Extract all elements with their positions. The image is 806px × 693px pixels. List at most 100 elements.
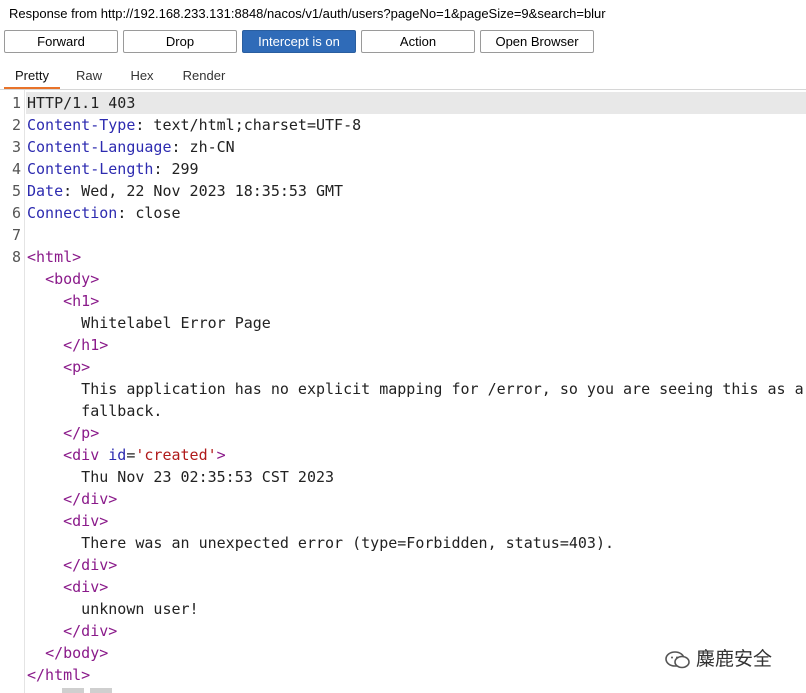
code-token: </div>	[63, 556, 118, 574]
watermark-text: 麋鹿安全	[696, 649, 773, 670]
code-line: <div id='created'>	[0, 444, 806, 466]
code-line: <p>	[0, 356, 806, 378]
code-line: </div>	[0, 554, 806, 576]
code-content: </div>	[27, 554, 117, 576]
forward-button[interactable]: Forward	[4, 30, 118, 53]
code-content: </html>	[27, 664, 90, 686]
code-content: <h1>	[27, 290, 99, 312]
code-token: fallback.	[27, 402, 163, 420]
intercept-toggle-button[interactable]: Intercept is on	[242, 30, 356, 53]
line-number: 5	[11, 182, 21, 200]
code-token: <div>	[63, 512, 109, 530]
code-token: <div	[63, 446, 109, 464]
view-tabs: Pretty Raw Hex Render	[0, 60, 806, 90]
code-content: <p>	[27, 356, 90, 378]
code-token: </h1>	[63, 336, 109, 354]
code-token: : Wed, 22 Nov 2023 18:35:53 GMT	[63, 182, 344, 200]
drop-button[interactable]: Drop	[123, 30, 237, 53]
line-number: 2	[11, 116, 21, 134]
code-line: 4 Content-Length: 299	[0, 158, 806, 180]
code-content: <div>	[27, 576, 108, 598]
code-line: 6 Connection: close	[0, 202, 806, 224]
code-token: HTTP/1.1 403	[27, 94, 136, 112]
code-token: </div>	[63, 490, 118, 508]
open-browser-button[interactable]: Open Browser	[480, 30, 594, 53]
code-content: Content-Language: zh-CN	[27, 136, 235, 158]
code-token: Thu Nov 23 02:35:53 CST 2023	[27, 468, 335, 486]
code-token: Date	[27, 182, 64, 200]
code-line: 3 Content-Language: zh-CN	[0, 136, 806, 158]
tab-pretty[interactable]: Pretty	[4, 60, 60, 89]
code-content: Connection: close	[27, 202, 181, 224]
line-number: 6	[11, 204, 21, 222]
scrollbar-fragment	[62, 688, 114, 693]
code-line: 5 Date: Wed, 22 Nov 2023 18:35:53 GMT	[0, 180, 806, 202]
code-line: 2 Content-Type: text/html;charset=UTF-8	[0, 114, 806, 136]
line-number: 1	[11, 94, 21, 112]
code-content: Content-Length: 299	[27, 158, 199, 180]
code-content: Thu Nov 23 02:35:53 CST 2023	[27, 466, 334, 488]
code-line: <div>	[0, 576, 806, 598]
code-line: 7	[0, 224, 806, 246]
code-token: Connection	[27, 204, 118, 222]
code-line: <div>	[0, 510, 806, 532]
code-token: id	[108, 446, 127, 464]
toolbar: Forward Drop Intercept is on Action Open…	[0, 30, 806, 54]
code-content: <div id='created'>	[27, 444, 226, 466]
code-content: <html>	[27, 246, 81, 268]
code-token: unknown user!	[27, 600, 199, 618]
code-line: 8 <html>	[0, 246, 806, 268]
tab-hex[interactable]: Hex	[120, 60, 164, 89]
code-token: : text/html;charset=UTF-8	[135, 116, 362, 134]
response-editor[interactable]: 1 HTTP/1.1 403 2 Content-Type: text/html;ch…	[0, 90, 806, 693]
code-token: </div>	[63, 622, 118, 640]
code-line: <h1>	[0, 290, 806, 312]
tab-render[interactable]: Render	[176, 60, 232, 89]
wechat-icon	[665, 651, 690, 669]
code-line: </div>	[0, 620, 806, 642]
code-token: There was an unexpected error (type=Forb…	[27, 534, 614, 552]
code-line: </div>	[0, 488, 806, 510]
code-token: Content-Length	[27, 160, 154, 178]
line-number: 8	[11, 248, 21, 266]
code-token: <h1>	[63, 292, 100, 310]
code-token: Content-Language	[27, 138, 172, 156]
code-token: <body>	[45, 270, 100, 288]
line-number: 3	[11, 138, 21, 156]
code-content: Content-Type: text/html;charset=UTF-8	[27, 114, 361, 136]
code-token: </body>	[45, 644, 109, 662]
code-content: </p>	[27, 422, 99, 444]
code-content: unknown user!	[27, 598, 199, 620]
line-number: 7	[11, 226, 21, 244]
code-content: There was an unexpected error (type=Forb…	[27, 532, 614, 554]
tab-raw[interactable]: Raw	[66, 60, 112, 89]
code-line: </h1>	[0, 334, 806, 356]
code-token: This application has no explicit mapping…	[27, 380, 804, 398]
code-content: <body>	[27, 268, 99, 290]
code-token: : close	[117, 204, 181, 222]
code-token: Content-Type	[27, 116, 136, 134]
code-line: <body>	[0, 268, 806, 290]
code-line: Whitelabel Error Page	[0, 312, 806, 334]
code-token: Whitelabel Error Page	[27, 314, 271, 332]
code-content: <div>	[27, 510, 108, 532]
code-token: <html>	[27, 248, 82, 266]
code-token: : 299	[153, 160, 199, 178]
code-token: : zh-CN	[171, 138, 235, 156]
code-line: There was an unexpected error (type=Forb…	[0, 532, 806, 554]
code-line: fallback.	[0, 400, 806, 422]
action-button[interactable]: Action	[361, 30, 475, 53]
code-line: unknown user!	[0, 598, 806, 620]
code-token: <p>	[63, 358, 91, 376]
